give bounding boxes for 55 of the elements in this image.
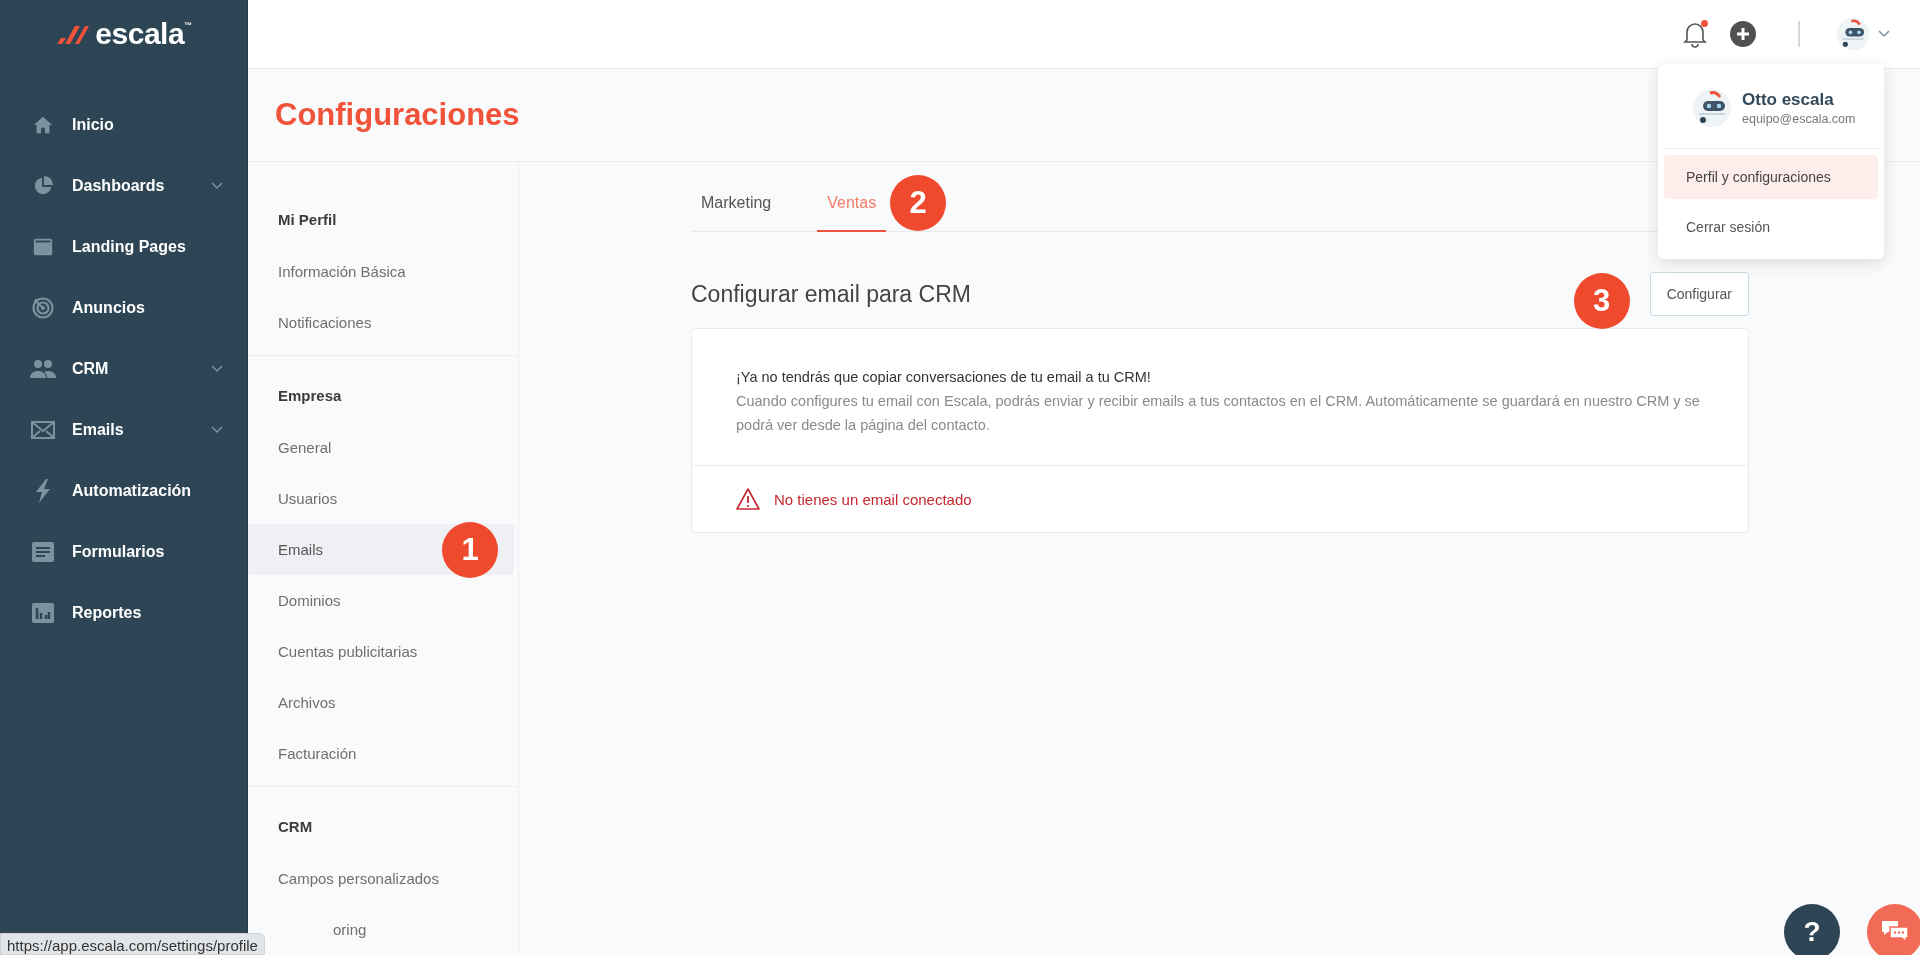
sidebar-item[interactable]: Anuncios — [0, 277, 247, 338]
tab[interactable]: Marketing — [701, 176, 782, 232]
chat-button[interactable] — [1867, 904, 1920, 955]
add-icon[interactable] — [1730, 21, 1756, 47]
settings-menu-item[interactable]: Emails 1 — [248, 524, 514, 575]
user-email: equipo@escala.com — [1742, 112, 1856, 126]
settings-menu-item[interactable]: Notificaciones — [248, 297, 514, 348]
sidebar-item[interactable]: Reportes — [0, 582, 247, 643]
sidebar-item[interactable]: Automatización — [0, 460, 247, 521]
section-title: Configurar email para CRM — [691, 280, 971, 308]
step-number-badge: 3 — [1573, 273, 1630, 329]
card-headline: ¡Ya no tendrás que copiar conversaciones de tu email a tu CRM! — [736, 368, 1152, 387]
bell-icon[interactable] — [1682, 20, 1708, 48]
user-name: Otto escala — [1742, 90, 1835, 110]
logo-text: escala™ — [95, 17, 192, 51]
card-description: Cuando configures tu email con Escala, podrás enviar y recibir emails a tus contactos en el CRM. Automáticamente se guardará en nuestro CRM y se podrá ver desde la página del contacto. — [736, 392, 1701, 435]
robot-avatar-icon — [1692, 88, 1732, 128]
settings-menu-item[interactable]: Dominios — [248, 575, 514, 626]
lightning-icon — [34, 478, 52, 503]
link-url-tooltip: https://app.escala.com/settings/profile — [0, 933, 265, 955]
settings-menu-item[interactable]: General — [248, 422, 514, 473]
warning-message: No tienes un email conectado — [774, 490, 972, 508]
settings-menu-item[interactable]: Archivos — [248, 677, 514, 728]
sidebar-item[interactable]: Emails — [0, 399, 247, 460]
step-number-badge: 2 — [890, 175, 947, 231]
user-menu-button[interactable] — [1836, 17, 1890, 51]
menu-section-heading: Empresa — [277, 386, 343, 406]
form-icon — [32, 541, 54, 562]
dropdown-menu-item[interactable]: Cerrar sesión — [1664, 205, 1878, 249]
page-title: Configuraciones — [275, 97, 520, 133]
people-icon — [30, 358, 56, 379]
logo-icon — [55, 23, 90, 45]
chevron-down-icon — [1878, 30, 1890, 38]
settings-menu-item[interactable]: Usuarios — [248, 473, 514, 524]
warning-icon — [736, 488, 760, 510]
dropdown-menu-item[interactable]: Perfil y configuraciones — [1664, 155, 1878, 199]
sidebar-item[interactable]: Inicio — [0, 94, 247, 155]
settings-menu-item[interactable]: Facturación — [248, 728, 514, 779]
sidebar-item[interactable]: Formularios — [0, 521, 247, 582]
settings-menu-item[interactable]: Cuentas publicitarias — [248, 626, 514, 677]
sidebar-item[interactable]: Landing Pages — [0, 216, 247, 277]
robot-avatar-icon — [1836, 17, 1870, 51]
envelope-icon — [31, 419, 55, 440]
step-number-badge: 1 — [442, 521, 498, 578]
settings-menu-item[interactable]: Información Básica — [248, 246, 514, 297]
bar-chart-icon — [32, 602, 54, 623]
settings-menu-item[interactable]: Campos personalizados — [248, 853, 514, 904]
menu-section-heading: Mi Perfil — [277, 210, 338, 230]
pie-chart-icon — [32, 174, 54, 197]
sidebar-item[interactable]: CRM — [0, 338, 247, 399]
configure-button[interactable]: Configurar — [1649, 272, 1749, 316]
target-icon — [31, 295, 55, 320]
help-button[interactable]: ? — [1784, 904, 1840, 955]
sidebar-item[interactable]: Dashboards — [0, 155, 247, 216]
menu-section-heading: CRM — [277, 817, 314, 837]
